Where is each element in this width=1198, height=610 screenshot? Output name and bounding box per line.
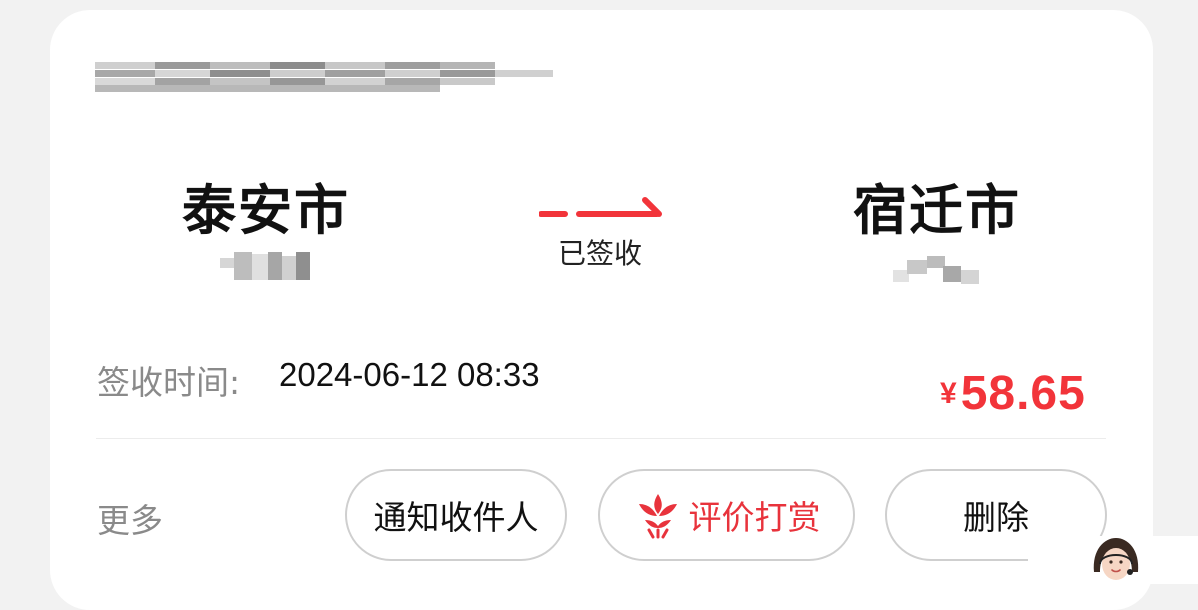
origin-city: 泰安市 <box>182 179 350 242</box>
delivery-status: 已签收 <box>558 237 643 270</box>
notify-recipient-label: 通知收件人 <box>373 498 539 537</box>
origin-district-redacted <box>220 252 312 282</box>
delete-label: 删除 <box>963 498 1029 537</box>
customer-service-float[interactable] <box>1028 533 1198 591</box>
right-arrow-icon <box>539 197 662 217</box>
notify-recipient-button[interactable]: 通知收件人 <box>345 469 567 561</box>
destination-city: 宿迁市 <box>853 179 1021 242</box>
sign-time-value: 2024-06-12 08:33 <box>279 356 540 393</box>
tracking-number-redacted <box>95 60 555 92</box>
review-tip-button[interactable]: 评价打赏 <box>598 469 855 561</box>
more-button[interactable]: 更多 <box>97 494 163 542</box>
flower-icon <box>638 494 677 539</box>
order-price: ¥58.65 <box>940 366 1086 421</box>
review-tip-label: 评价打赏 <box>688 498 821 537</box>
sign-time-label: 签收时间: <box>97 363 241 402</box>
destination-district-redacted <box>893 254 985 284</box>
customer-service-avatar-icon <box>1087 533 1145 591</box>
price-amount: 58.65 <box>960 367 1086 420</box>
divider <box>96 438 1106 439</box>
price-currency: ¥ <box>940 377 957 410</box>
